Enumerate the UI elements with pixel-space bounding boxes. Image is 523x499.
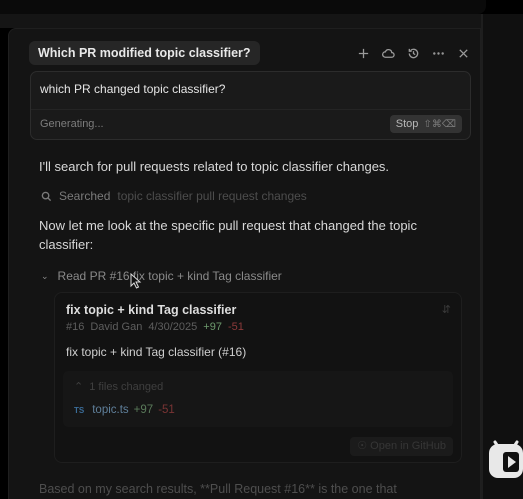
pr-meta: #16 David Gan 4/30/2025 +97 -51	[66, 321, 244, 333]
chevron-up-icon: ⌃	[74, 381, 84, 393]
pr-card: fix topic + kind Tag classifier ⇵ #16 Da…	[54, 292, 462, 463]
open-in-github-label: Open in GitHub	[370, 440, 446, 452]
panel-header: Which PR modified topic classifier?	[9, 29, 480, 75]
search-icon	[41, 191, 52, 201]
close-icon[interactable]	[456, 46, 470, 60]
expand-icon[interactable]: ⇵	[442, 303, 451, 316]
header-actions	[356, 41, 470, 65]
mouse-cursor-icon	[130, 273, 142, 289]
read-pr-step[interactable]: ⌄ Read PR #16 fix topic + kind Tag class…	[41, 269, 282, 283]
app-dock-icon[interactable]	[487, 436, 523, 486]
top-strip	[0, 14, 523, 28]
files-changed-toggle[interactable]: ⌃ 1 files changed	[74, 380, 164, 394]
assistant-message-followup: Now let me look at the specific pull req…	[39, 218, 417, 252]
stop-label: Stop	[395, 118, 419, 130]
pr-description: fix topic + kind Tag classifier (#16)	[66, 345, 247, 359]
assistant-message-partial: Based on my search results, **Pull Reque…	[39, 482, 397, 496]
pr-additions: +97	[203, 321, 222, 333]
top-bar	[0, 0, 486, 14]
pr-date: 4/30/2025	[148, 321, 198, 333]
searched-step[interactable]: Searched topic classifier pull request c…	[41, 189, 307, 203]
more-icon[interactable]	[431, 46, 445, 60]
conversation-title[interactable]: Which PR modified topic classifier?	[29, 41, 260, 65]
file-additions: +97	[133, 404, 154, 416]
prompt-input-card[interactable]: which PR changed topic classifier? Gener…	[30, 71, 471, 140]
file-row[interactable]: TS topic.ts +97 -51	[74, 404, 175, 416]
files-changed-label: 1 files changed	[89, 380, 164, 393]
plus-icon[interactable]	[356, 46, 370, 60]
typescript-icon: TS	[74, 405, 85, 415]
chevron-down-icon: ⌄	[41, 270, 49, 281]
file-deletions: -51	[158, 404, 175, 416]
input-divider	[31, 109, 470, 110]
assistant-message-intro: I'll search for pull requests related to…	[39, 159, 390, 174]
right-rail	[483, 14, 523, 499]
file-name: topic.ts	[92, 404, 129, 416]
generating-status: Generating...	[40, 118, 104, 130]
stop-button[interactable]: Stop ⇧⌘⌫	[389, 115, 462, 133]
searched-query: topic classifier pull request changes	[117, 189, 307, 203]
cloud-icon[interactable]	[381, 46, 395, 60]
pr-author: David Gan	[90, 321, 143, 333]
prompt-text[interactable]: which PR changed topic classifier?	[40, 82, 225, 96]
pr-number: #16	[66, 321, 85, 333]
github-icon: ☉	[357, 440, 368, 452]
stop-shortcut: ⇧⌘⌫	[423, 119, 456, 130]
open-in-github-button[interactable]: ☉ Open in GitHub	[350, 437, 453, 456]
files-changed-box: ⌃ 1 files changed TS topic.ts +97 -51	[63, 371, 453, 427]
read-pr-label: Read PR #16 fix topic + kind Tag classif…	[57, 269, 282, 283]
pr-deletions: -51	[227, 321, 244, 333]
searched-label: Searched	[59, 189, 111, 203]
chat-panel: Which PR modified topic classifier? whic…	[8, 28, 481, 499]
pr-title: fix topic + kind Tag classifier	[66, 303, 237, 317]
history-icon[interactable]	[406, 46, 420, 60]
